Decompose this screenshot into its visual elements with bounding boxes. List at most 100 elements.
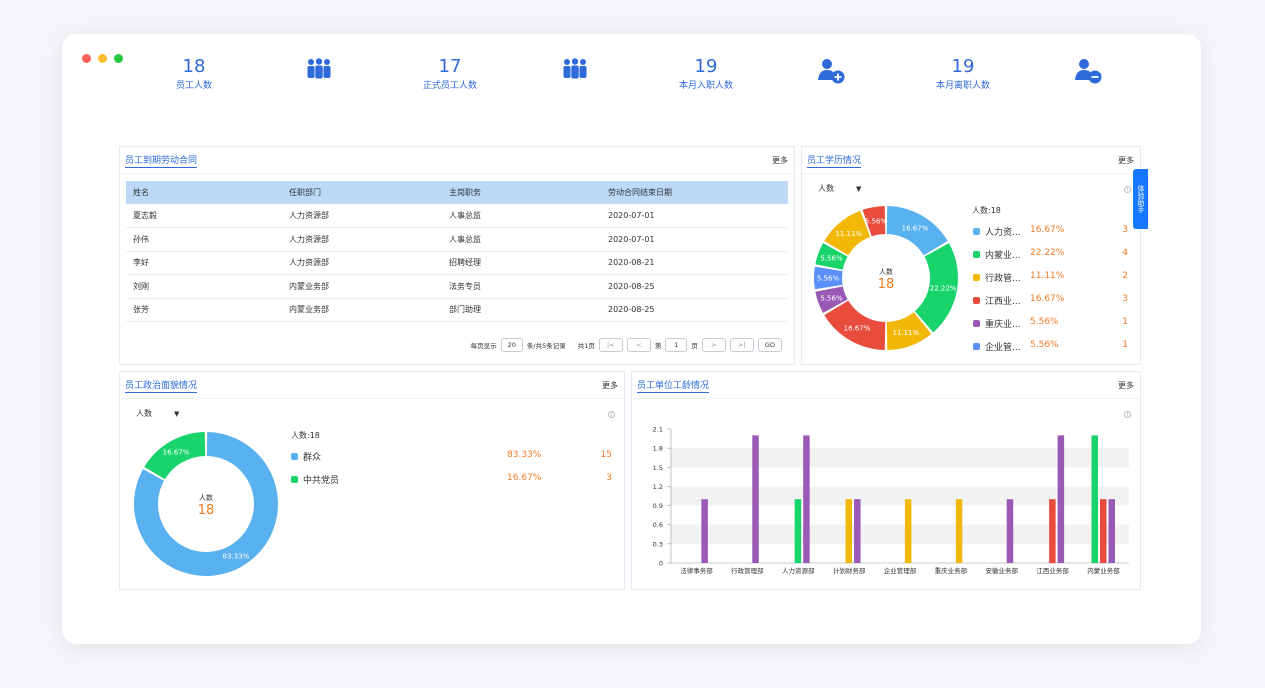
y-tick-label: 1.8 <box>653 445 663 453</box>
next-page-button[interactable]: > <box>701 338 726 352</box>
slice-label: 16.67% <box>902 224 929 232</box>
stat-label: 员工人数 <box>175 81 212 91</box>
cell-date: 2020-08-25 <box>601 298 788 322</box>
column-header[interactable]: 姓名 <box>126 181 282 204</box>
bar[interactable] <box>752 435 759 563</box>
info-icon[interactable]: i <box>1124 186 1131 193</box>
maximize-dot[interactable] <box>114 54 123 63</box>
cell-dept: 人力资源部 <box>282 227 442 252</box>
y-tick-label: 0.3 <box>653 540 663 548</box>
legend-count: 4 <box>1122 248 1128 258</box>
table-row[interactable]: 孙伟 人力资源部 人事总监 2020-07-01 <box>126 227 788 252</box>
legend-item[interactable]: 人力资... <box>973 225 1021 238</box>
group-icon <box>307 58 331 79</box>
contract-panel: 员工到期劳动合同 更多 姓名 任职部门 主岗职务 劳动合同结束日期 夏志毅 人力… <box>119 146 795 365</box>
stat-value: 19 <box>694 56 718 77</box>
legend-item[interactable]: 江西业... <box>973 294 1021 307</box>
bar[interactable] <box>1057 435 1065 563</box>
column-header[interactable]: 任职部门 <box>282 181 442 204</box>
y-tick-label: 0.9 <box>653 502 663 510</box>
legend-count: 3 <box>606 473 612 483</box>
legend-item[interactable]: 行政管... <box>973 271 1021 284</box>
bar[interactable] <box>1006 499 1014 563</box>
bar[interactable] <box>1049 499 1056 563</box>
records-text: 条/共5条记录 <box>526 342 566 350</box>
table-row[interactable]: 夏志毅 人力资源部 人事总监 2020-07-01 <box>126 204 788 228</box>
bar[interactable] <box>845 499 853 563</box>
legend-percent: 16.67% <box>1030 294 1065 304</box>
legend-percent: 5.56% <box>1030 317 1059 327</box>
slice-label: 5.56% <box>817 275 840 283</box>
legend-name: 江西业... <box>985 297 1021 307</box>
table-row[interactable]: 刘刚 内蒙业务部 法务专员 2020-08-25 <box>126 274 788 299</box>
legend-swatch <box>973 297 980 304</box>
per-page-label: 每页显示 <box>470 342 497 350</box>
slice-label: 83.33% <box>223 552 250 560</box>
close-dot[interactable] <box>82 54 91 63</box>
page-suffix: 页 <box>691 342 698 350</box>
go-button[interactable]: GO <box>757 338 782 352</box>
bar[interactable] <box>1100 499 1107 563</box>
page-prefix: 第 <box>654 342 662 350</box>
stat-formal-employees: 17 正式员工人数 <box>390 56 510 92</box>
legend-name: 重庆业... <box>985 320 1021 330</box>
prev-page-button[interactable]: < <box>626 338 651 352</box>
center-value: 18 <box>198 503 215 518</box>
panel-title[interactable]: 员工到期劳动合同 <box>125 153 198 168</box>
minimize-dot[interactable] <box>98 54 107 63</box>
table-row[interactable]: 张芳 内蒙业务部 部门助理 2020-08-25 <box>126 298 788 322</box>
legend-percent: 5.56% <box>1030 340 1059 350</box>
bar[interactable] <box>904 499 912 563</box>
stat-label: 正式员工人数 <box>422 81 477 91</box>
y-tick-label: 2.1 <box>653 426 663 434</box>
legend-item[interactable]: 群众 <box>291 450 321 463</box>
bar[interactable] <box>1091 435 1099 563</box>
info-icon[interactable]: i <box>608 411 615 418</box>
cell-name: 刘刚 <box>126 274 282 299</box>
legend-item[interactable]: 内蒙业... <box>973 248 1021 261</box>
legend-item[interactable]: 重庆业... <box>973 317 1021 330</box>
bar[interactable] <box>1108 499 1116 563</box>
cell-post: 人事总监 <box>442 227 601 252</box>
legend-name: 内蒙业... <box>985 251 1021 261</box>
more-link[interactable]: 更多 <box>602 380 618 391</box>
bar[interactable] <box>794 499 802 563</box>
window-controls <box>82 54 123 63</box>
x-tick-label: 企业管理部 <box>884 566 917 575</box>
legend-swatch <box>291 476 298 483</box>
stat-label: 本月离职人数 <box>935 81 990 91</box>
cell-name: 李好 <box>126 251 282 275</box>
table-row[interactable]: 李好 人力资源部 招聘经理 2020-08-21 <box>126 251 788 275</box>
page-input[interactable]: 1 <box>665 338 688 352</box>
stat-value: 17 <box>438 56 462 77</box>
per-page-input[interactable]: 20 <box>500 338 523 352</box>
stat-value: 18 <box>182 56 206 77</box>
more-link[interactable]: 更多 <box>772 155 788 166</box>
cell-post: 招聘经理 <box>442 251 601 275</box>
legend-percent: 16.67% <box>1030 225 1065 235</box>
bar[interactable] <box>701 499 708 563</box>
x-tick-label: 江西业务部 <box>1036 566 1069 575</box>
legend-count: 1 <box>1122 317 1128 327</box>
x-tick-label: 法律事务部 <box>680 566 713 575</box>
legend-item[interactable]: 中共党员 <box>291 473 339 486</box>
table-header: 姓名 任职部门 主岗职务 劳动合同结束日期 <box>126 181 788 204</box>
divider <box>120 173 794 174</box>
column-header[interactable]: 主岗职务 <box>442 181 601 204</box>
cell-date: 2020-07-01 <box>601 204 788 228</box>
x-tick-label: 计划财务部 <box>833 566 866 575</box>
helper-tab[interactable]: 体验助手 <box>1133 169 1148 229</box>
legend-item[interactable]: 企业管... <box>973 340 1021 353</box>
bar[interactable] <box>854 499 861 563</box>
last-page-button[interactable]: >| <box>729 338 754 352</box>
more-link[interactable]: 更多 <box>1118 155 1134 166</box>
x-tick-label: 行政管理部 <box>731 566 764 575</box>
cell-dept: 人力资源部 <box>282 251 442 275</box>
slice-label: 5.56% <box>820 294 843 302</box>
bar[interactable] <box>955 499 963 563</box>
stat-employees: 18 员工人数 <box>134 56 254 92</box>
column-header[interactable]: 劳动合同结束日期 <box>601 181 788 204</box>
bar[interactable] <box>803 435 810 563</box>
first-page-button[interactable]: |< <box>598 338 623 352</box>
slice-label: 16.67% <box>163 449 190 457</box>
